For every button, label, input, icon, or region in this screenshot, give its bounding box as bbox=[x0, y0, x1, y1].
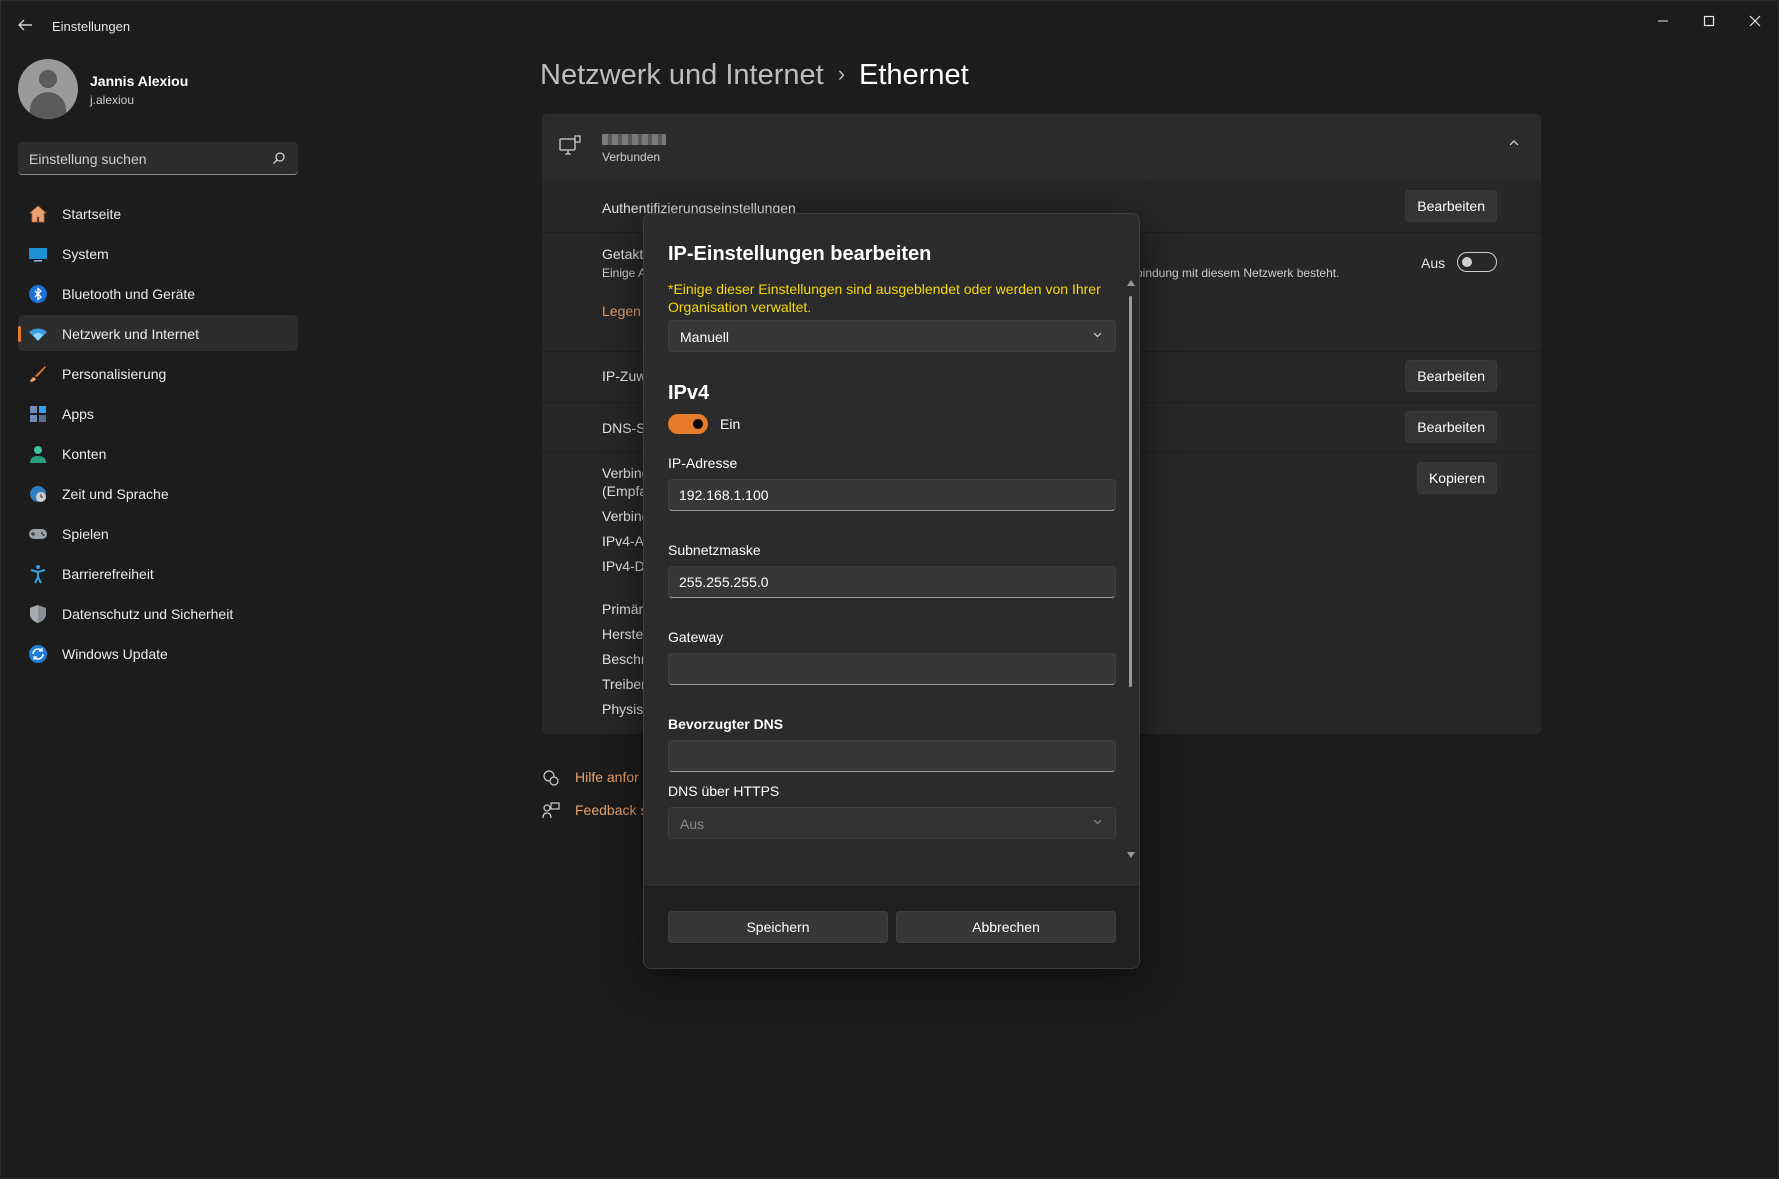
cancel-button[interactable]: Abbrechen bbox=[896, 911, 1116, 943]
chevron-up-icon[interactable] bbox=[1507, 136, 1521, 153]
gateway-input[interactable] bbox=[668, 653, 1116, 685]
property-line: IPv4-D bbox=[602, 558, 645, 574]
sidebar-item-bluetooth[interactable]: Bluetooth und Geräte bbox=[18, 275, 298, 311]
save-button[interactable]: Speichern bbox=[668, 911, 888, 943]
feedback-icon bbox=[542, 802, 560, 819]
ethernet-card-header[interactable]: Verbunden bbox=[542, 114, 1541, 180]
gamepad-icon bbox=[29, 529, 47, 539]
account-icon bbox=[30, 446, 46, 463]
metered-connection-desc: Einige A bbox=[602, 266, 647, 280]
shield-icon bbox=[30, 605, 46, 623]
sidebar-item-apps[interactable]: Apps bbox=[18, 395, 298, 431]
dialog-title: IP-Einstellungen bearbeiten bbox=[668, 243, 932, 265]
apps-icon bbox=[30, 406, 46, 422]
preferred-dns-label: Bevorzugter DNS bbox=[668, 716, 784, 732]
ip-mode-value: Manuell bbox=[680, 329, 730, 345]
ipv4-toggle[interactable] bbox=[668, 414, 708, 434]
ipv4-heading: IPv4 bbox=[668, 382, 710, 404]
bluetooth-icon bbox=[29, 285, 47, 303]
search-input[interactable]: Einstellung suchen bbox=[18, 142, 298, 175]
breadcrumb: Netzwerk und Internet › Ethernet bbox=[540, 59, 969, 92]
avatar bbox=[18, 59, 78, 119]
breadcrumb-parent[interactable]: Netzwerk und Internet bbox=[540, 59, 824, 91]
hardware-line: Herstel bbox=[602, 626, 647, 642]
sidebar-item-startseite[interactable]: Startseite bbox=[18, 195, 298, 231]
feedback-link[interactable]: Feedback s bbox=[575, 802, 647, 818]
update-icon bbox=[29, 645, 47, 663]
copy-button[interactable]: Kopieren bbox=[1416, 462, 1497, 494]
globe-clock-icon bbox=[30, 486, 46, 502]
app-title: Einstellungen bbox=[52, 19, 131, 34]
help-icon bbox=[543, 770, 559, 786]
profile-username: j.alexiou bbox=[90, 93, 135, 107]
search-icon bbox=[273, 152, 285, 164]
maximize-button[interactable] bbox=[1687, 7, 1731, 37]
search-placeholder: Einstellung suchen bbox=[29, 151, 147, 167]
subnet-mask-input[interactable]: 255.255.255.0 bbox=[668, 566, 1116, 598]
hardware-line: Primär bbox=[602, 601, 644, 617]
ethernet-name-redacted bbox=[602, 134, 666, 145]
close-button[interactable] bbox=[1733, 7, 1777, 37]
dialog-footer: Speichern Abbrechen bbox=[644, 886, 1139, 968]
dns-edit-button[interactable]: Bearbeiten bbox=[1405, 411, 1497, 443]
dns-over-https-value: Aus bbox=[680, 816, 705, 832]
chevron-down-icon bbox=[1092, 816, 1103, 830]
managed-warning: *Einige dieser Einstellungen sind ausgeb… bbox=[668, 281, 1101, 315]
dns-assignment-label: DNS-S bbox=[602, 420, 646, 436]
profile-name: Jannis Alexiou bbox=[90, 73, 189, 89]
preferred-dns-input[interactable] bbox=[668, 740, 1116, 772]
title-bar: Einstellungen bbox=[1, 1, 1778, 49]
ipv4-toggle-label: Ein bbox=[720, 416, 741, 432]
sidebar-item-system[interactable]: System bbox=[18, 235, 298, 271]
accessibility-icon bbox=[30, 565, 46, 584]
home-icon bbox=[28, 205, 48, 223]
sidebar-item-netzwerk[interactable]: Netzwerk und Internet bbox=[18, 315, 298, 351]
dialog-content: IP-Einstellungen bearbeiten *Einige dies… bbox=[644, 214, 1139, 886]
ip-settings-dialog: IP-Einstellungen bearbeiten *Einige dies… bbox=[643, 213, 1140, 969]
sidebar-item-spielen[interactable]: Spielen bbox=[18, 515, 298, 551]
auth-edit-button[interactable]: Bearbeiten bbox=[1405, 190, 1497, 222]
dns-over-https-label: DNS über HTTPS bbox=[668, 783, 780, 799]
breadcrumb-separator-icon: › bbox=[837, 61, 846, 86]
sidebar-item-zeit-sprache[interactable]: Zeit und Sprache bbox=[18, 475, 298, 511]
chevron-down-icon bbox=[1092, 329, 1103, 343]
settings-window: Einstellungen Jannis Alexiou j.alexiou E… bbox=[0, 0, 1779, 1179]
minimize-button[interactable] bbox=[1641, 7, 1685, 37]
get-help-link[interactable]: Hilfe anfor bbox=[575, 769, 639, 785]
ip-assignment-label: IP-Zuw bbox=[602, 368, 647, 384]
scroll-down-arrow-icon[interactable] bbox=[1127, 852, 1135, 858]
sidebar-item-konten[interactable]: Konten bbox=[18, 435, 298, 471]
sidebar-nav: Startseite System Bluetooth und Geräte N… bbox=[18, 195, 298, 675]
dns-over-https-select[interactable]: Aus bbox=[668, 807, 1116, 839]
connection-status: Verbunden bbox=[602, 150, 661, 164]
subnet-mask-label: Subnetzmaske bbox=[668, 542, 761, 558]
dialog-scrollbar[interactable] bbox=[1129, 296, 1132, 687]
sidebar-item-barrierefreiheit[interactable]: Barrierefreiheit bbox=[18, 555, 298, 591]
ethernet-icon bbox=[559, 135, 581, 155]
ip-address-input[interactable]: 192.168.1.100 bbox=[668, 479, 1116, 511]
metered-toggle-label: Aus bbox=[1421, 255, 1446, 271]
back-arrow-icon[interactable] bbox=[13, 13, 37, 37]
wifi-icon bbox=[29, 328, 47, 341]
hardware-line: Treiber bbox=[602, 676, 646, 692]
data-limit-link[interactable]: Legen bbox=[602, 303, 641, 319]
monitor-icon bbox=[29, 248, 47, 262]
property-line: IPv4-A bbox=[602, 533, 645, 549]
sidebar-item-windows-update[interactable]: Windows Update bbox=[18, 635, 298, 671]
gateway-label: Gateway bbox=[668, 629, 724, 645]
sidebar-item-personalisierung[interactable]: Personalisierung bbox=[18, 355, 298, 391]
hardware-line: Beschr bbox=[602, 651, 646, 667]
ip-edit-button[interactable]: Bearbeiten bbox=[1405, 360, 1497, 392]
ip-address-label: IP-Adresse bbox=[668, 455, 738, 471]
user-profile[interactable]: Jannis Alexiou j.alexiou bbox=[18, 59, 298, 119]
scroll-up-arrow-icon[interactable] bbox=[1127, 280, 1135, 286]
ip-mode-select[interactable]: Manuell bbox=[668, 320, 1116, 352]
page-title: Ethernet bbox=[859, 59, 969, 91]
sidebar-item-datenschutz[interactable]: Datenschutz und Sicherheit bbox=[18, 595, 298, 631]
property-line: (Empfa bbox=[602, 483, 648, 499]
metered-toggle[interactable] bbox=[1457, 252, 1497, 272]
metered-connection-label: Getakt bbox=[602, 246, 644, 262]
brush-icon bbox=[30, 366, 46, 382]
metered-connection-desc-tail: rbindung mit diesem Netzwerk besteht. bbox=[1132, 266, 1340, 280]
